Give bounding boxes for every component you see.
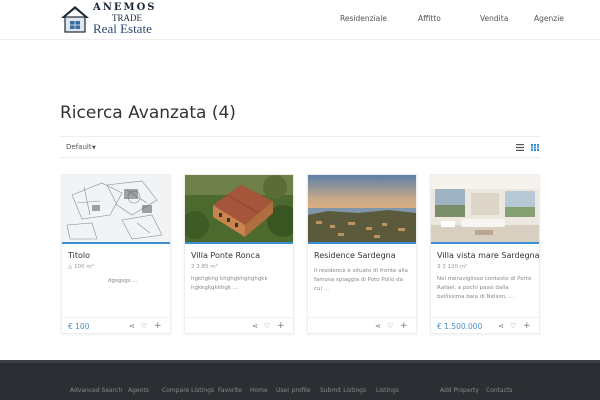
card-divider xyxy=(431,317,539,318)
area-icon: ◬ xyxy=(68,264,73,270)
living-room-image xyxy=(431,175,539,242)
site-logo[interactable]: ANEMOS TRADE Real Estate xyxy=(60,2,160,36)
footer-link[interactable]: User profile xyxy=(276,387,311,394)
property-meta: 2 3 85 m² xyxy=(191,264,218,270)
heart-icon[interactable]: ♡ xyxy=(510,321,516,331)
list-view-icon[interactable] xyxy=(516,144,524,151)
property-photo[interactable] xyxy=(431,175,539,242)
footer-link[interactable]: Advanced Search xyxy=(70,387,122,394)
property-title[interactable]: Titolo xyxy=(68,251,90,260)
card-divider xyxy=(185,317,293,318)
nav-item-vendita[interactable]: Vendita xyxy=(480,14,508,23)
property-photo[interactable] xyxy=(185,175,293,242)
results-toolbar: Default ▼ xyxy=(60,136,540,158)
logo-text-real-estate: Real Estate xyxy=(93,21,152,36)
card-accent-bar xyxy=(62,242,170,244)
property-meta-text: 3 3 120 m² xyxy=(437,264,468,270)
plus-icon[interactable]: + xyxy=(523,321,531,331)
card-actions: ⋖ ♡ + xyxy=(252,321,288,331)
share-icon[interactable]: ⋖ xyxy=(498,321,504,331)
sort-dropdown[interactable]: Default xyxy=(66,143,92,151)
property-photo[interactable] xyxy=(62,175,170,242)
plus-icon[interactable]: + xyxy=(154,321,162,331)
card-actions: ⋖ ♡ + xyxy=(498,321,534,331)
property-meta: ◬ 100 m² xyxy=(68,264,94,270)
villa-aerial-image xyxy=(185,175,293,242)
footer-link[interactable]: Compare Listings xyxy=(162,387,214,394)
card-divider xyxy=(62,317,170,318)
footer-link[interactable]: Add Property xyxy=(440,387,479,394)
heart-icon[interactable]: ♡ xyxy=(264,321,270,331)
floor-plan-image xyxy=(62,175,170,242)
card-divider xyxy=(308,317,416,318)
property-photo[interactable] xyxy=(308,175,416,242)
heart-icon[interactable]: ♡ xyxy=(387,321,393,331)
property-card[interactable]: Villa vista mare Sardegna 3 3 120 m² Nel… xyxy=(430,174,540,334)
share-icon[interactable]: ⋖ xyxy=(252,321,258,331)
property-title[interactable]: Villa Ponte Ronca xyxy=(191,251,260,260)
main-nav: Residenziale Affitto Vendita Agenzie xyxy=(340,14,600,28)
footer-link[interactable]: Agents xyxy=(128,387,149,394)
house-logo-icon xyxy=(61,6,89,33)
grid-view-icon[interactable] xyxy=(531,144,539,151)
page-title: Ricerca Avanzata (4) xyxy=(60,103,236,123)
share-icon[interactable]: ⋖ xyxy=(129,321,135,331)
logo-text-anemos: ANEMOS xyxy=(93,2,157,13)
card-accent-bar xyxy=(431,242,539,244)
site-header: ANEMOS TRADE Real Estate Residenziale Af… xyxy=(0,0,600,40)
nav-item-agenzie[interactable]: Agenzie xyxy=(534,14,564,23)
footer-link[interactable]: Submit Listings xyxy=(320,387,366,394)
property-title[interactable]: Villa vista mare Sardegna xyxy=(437,251,540,260)
nav-item-affitto[interactable]: Affitto xyxy=(418,14,441,23)
footer-link[interactable]: Home xyxy=(250,387,268,394)
property-meta-text: 2 3 85 m² xyxy=(191,264,218,270)
footer-top-band xyxy=(0,360,600,363)
heart-icon[interactable]: ♡ xyxy=(141,321,147,331)
property-price: € 100 xyxy=(68,322,90,331)
property-meta-text: 100 m² xyxy=(73,264,94,270)
property-description: hgkhgkhg khghgkhghghgkk hgkkgkgkkhgk ... xyxy=(191,276,268,291)
property-meta: 3 3 120 m² xyxy=(437,264,467,270)
property-description: Nel meraviglioso contesto di Porto Rafae… xyxy=(437,276,532,300)
caret-down-icon[interactable]: ▼ xyxy=(92,145,96,151)
card-actions: ⋖ ♡ + xyxy=(129,321,165,331)
card-accent-bar xyxy=(308,242,416,244)
card-actions: ⋖ ♡ + xyxy=(375,321,411,331)
card-accent-bar xyxy=(185,242,293,244)
share-icon[interactable]: ⋖ xyxy=(375,321,381,331)
footer-nav: Advanced Search Agents Compare Listings … xyxy=(70,387,550,397)
footer-link[interactable]: Contacts xyxy=(486,387,512,394)
coastal-sunset-image xyxy=(308,175,416,242)
property-card[interactable]: Titolo ◬ 100 m² dgsgsgs ... € 100 ⋖ ♡ + xyxy=(61,174,171,334)
footer-link[interactable]: Favorite xyxy=(218,387,242,394)
property-price: € 1.500.000 xyxy=(437,322,483,331)
property-card[interactable]: Residence Sardegna Il residence è situat… xyxy=(307,174,417,334)
footer-link[interactable]: Listings xyxy=(376,387,399,394)
nav-item-residenziale[interactable]: Residenziale xyxy=(340,14,387,23)
property-card[interactable]: Villa Ponte Ronca 2 3 85 m² hgkhgkhg khg… xyxy=(184,174,294,334)
plus-icon[interactable]: + xyxy=(400,321,408,331)
plus-icon[interactable]: + xyxy=(277,321,285,331)
property-description: dgsgsgs ... xyxy=(108,278,138,284)
property-title[interactable]: Residence Sardegna xyxy=(314,251,396,260)
property-description: Il residence è situato di fronte alla fa… xyxy=(314,268,408,292)
